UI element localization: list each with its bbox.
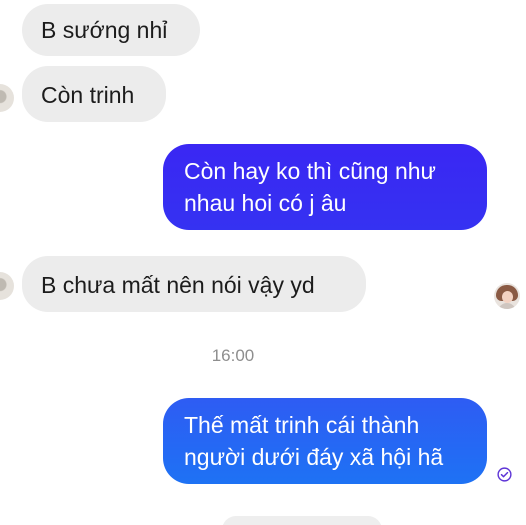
check-circle-icon	[497, 467, 512, 482]
chat-thread: B sướng nhỉ Còn trinh Còn hay ko thì cũn…	[0, 0, 526, 525]
message-text: Còn trinh	[41, 82, 135, 108]
message-incoming[interactable]: Còn trinh	[22, 66, 166, 122]
message-text-line: người dưới đáy xã hội hã	[184, 444, 444, 470]
message-incoming-partial[interactable]	[222, 516, 382, 525]
message-timestamp: 16:00	[211, 346, 255, 365]
message-incoming[interactable]: B chưa mất nên nói vậy yd	[22, 256, 366, 312]
message-incoming[interactable]: B sướng nhỉ	[22, 4, 200, 56]
message-text-line: Còn hay ko thì cũng như	[184, 158, 436, 184]
message-text-line: Thế mất trinh cái thành	[184, 412, 420, 438]
contact-avatar-partial	[0, 84, 14, 112]
contact-avatar-partial	[0, 272, 14, 300]
message-outgoing[interactable]: Thế mất trinh cái thành người dưới đáy x…	[163, 398, 487, 484]
message-outgoing[interactable]: Còn hay ko thì cũng như nhau hoi có j âu	[163, 144, 487, 230]
message-text: B sướng nhỉ	[41, 17, 168, 43]
message-text-line: nhau hoi có j âu	[184, 190, 347, 216]
message-text: B chưa mất nên nói vậy yd	[41, 272, 315, 298]
seen-avatar	[494, 283, 520, 309]
